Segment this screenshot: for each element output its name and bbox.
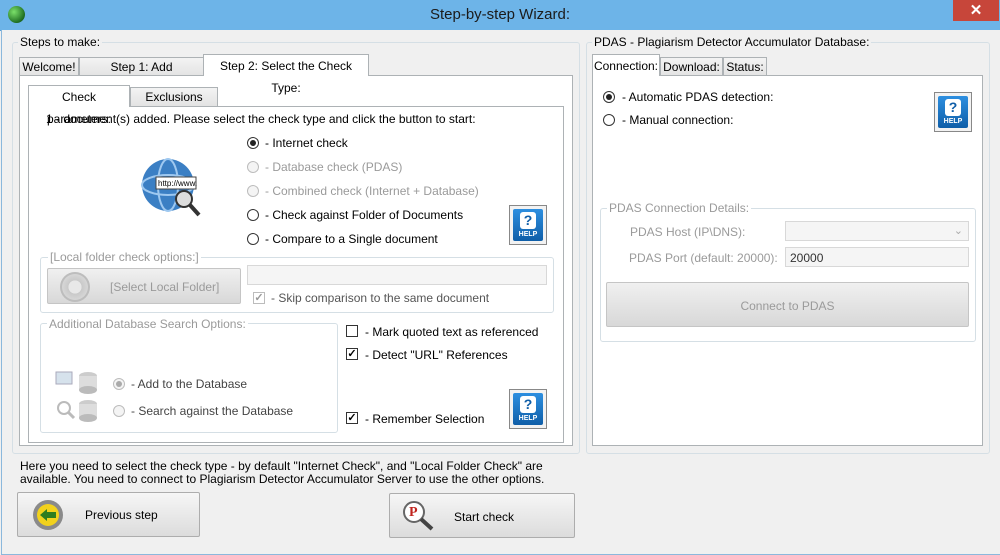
- label-combined-check: - Combined check (Internet + Database): [265, 184, 479, 198]
- connect-pdas-button[interactable]: Connect to PDAS: [606, 282, 969, 327]
- radio-combined-check[interactable]: [247, 185, 259, 197]
- database-add-icon: [54, 370, 100, 394]
- tab-download[interactable]: Download:: [660, 57, 723, 76]
- folder-gear-icon: [60, 272, 90, 302]
- help-icon: ? HELP: [513, 209, 543, 241]
- help-button-options[interactable]: ? HELP: [509, 389, 547, 429]
- pdas-port-field[interactable]: 20000: [785, 247, 969, 267]
- info-text: Here you need to select the check type -…: [20, 459, 545, 486]
- arrow-left-icon: [32, 499, 64, 531]
- help-icon: ? HELP: [513, 393, 543, 425]
- start-icon-letter: P: [409, 505, 418, 520]
- label-database-check: - Database check (PDAS): [265, 160, 403, 174]
- help-button-pdas[interactable]: ? HELP: [934, 92, 972, 132]
- label-automatic-detection: - Automatic PDAS detection:: [622, 90, 774, 104]
- globe-url-text: http://www.: [158, 179, 197, 188]
- checkbox-skip-same-document[interactable]: ✓: [253, 292, 265, 304]
- label-add-to-database: - Add to the Database: [131, 377, 248, 391]
- tab-step2-select-check-type[interactable]: Step 2: Select the Check Type:: [203, 54, 369, 95]
- label-internet-check: - Internet check: [265, 136, 348, 150]
- plagiarism-search-icon: [402, 500, 436, 532]
- label-single-document: - Compare to a Single document: [265, 232, 438, 246]
- radio-add-to-database[interactable]: [113, 378, 125, 390]
- radio-automatic-detection[interactable]: [603, 91, 615, 103]
- tab-welcome[interactable]: Welcome!: [19, 57, 79, 76]
- checkbox-remember-selection[interactable]: ✓: [346, 412, 358, 424]
- radio-manual-connection[interactable]: [603, 114, 615, 126]
- radio-folder-check[interactable]: [247, 209, 259, 221]
- label-detect-url: - Detect "URL" References: [365, 348, 508, 362]
- radio-internet-check[interactable]: [247, 137, 259, 149]
- pdas-details-title: PDAS Connection Details:: [607, 201, 752, 215]
- start-check-button[interactable]: P Start check: [389, 493, 575, 538]
- radio-database-check[interactable]: [247, 161, 259, 173]
- window-title: Step-by-step Wizard:: [429, 6, 571, 23]
- label-folder-check: - Check against Folder of Documents: [265, 208, 464, 222]
- checkbox-detect-url[interactable]: ✓: [346, 348, 358, 360]
- pdas-host-dropdown[interactable]: ⌄: [785, 221, 969, 241]
- help-button-check-type[interactable]: ? HELP: [509, 205, 547, 245]
- radio-single-document[interactable]: [247, 233, 259, 245]
- label-remember-selection: - Remember Selection: [365, 412, 485, 426]
- local-folder-path-field[interactable]: [247, 265, 547, 285]
- label-pdas-host: PDAS Host (IP\DNS):: [630, 225, 746, 239]
- close-button[interactable]: ✕: [953, 0, 999, 21]
- checkbox-mark-quoted[interactable]: [346, 325, 358, 337]
- chevron-down-icon: ⌄: [953, 225, 963, 237]
- pdas-group-title: PDAS - Plagiarism Detector Accumulator D…: [592, 35, 872, 49]
- tab-status[interactable]: Status:: [723, 57, 767, 76]
- tab-exclusions-lists[interactable]: Exclusions Lists:: [130, 87, 218, 123]
- database-search-icon: [54, 398, 100, 422]
- label-manual-connection: - Manual connection:: [622, 113, 734, 127]
- label-search-database: - Search against the Database: [131, 404, 294, 418]
- tab-step1-add-documents[interactable]: Step 1: Add Documents: [79, 57, 204, 93]
- db-options-group-title: Additional Database Search Options:: [47, 317, 248, 331]
- previous-step-button[interactable]: Previous step: [17, 492, 200, 537]
- local-folder-group-title: [Local folder check options:]: [48, 250, 201, 264]
- label-pdas-port: PDAS Port (default: 20000):: [629, 251, 778, 265]
- label-skip-same-document: - Skip comparison to the same document: [271, 291, 490, 305]
- select-local-folder-button[interactable]: [Select Local Folder]: [47, 268, 241, 304]
- steps-group-title: Steps to make:: [18, 35, 103, 49]
- help-icon: ? HELP: [938, 96, 968, 128]
- label-mark-quoted: - Mark quoted text as referenced: [365, 325, 539, 339]
- tab-check-parameters[interactable]: Check parameters:: [28, 85, 130, 126]
- tab-connection[interactable]: Connection:: [592, 54, 660, 76]
- internet-globe-icon: http://www.: [138, 155, 204, 221]
- radio-search-database[interactable]: [113, 405, 125, 417]
